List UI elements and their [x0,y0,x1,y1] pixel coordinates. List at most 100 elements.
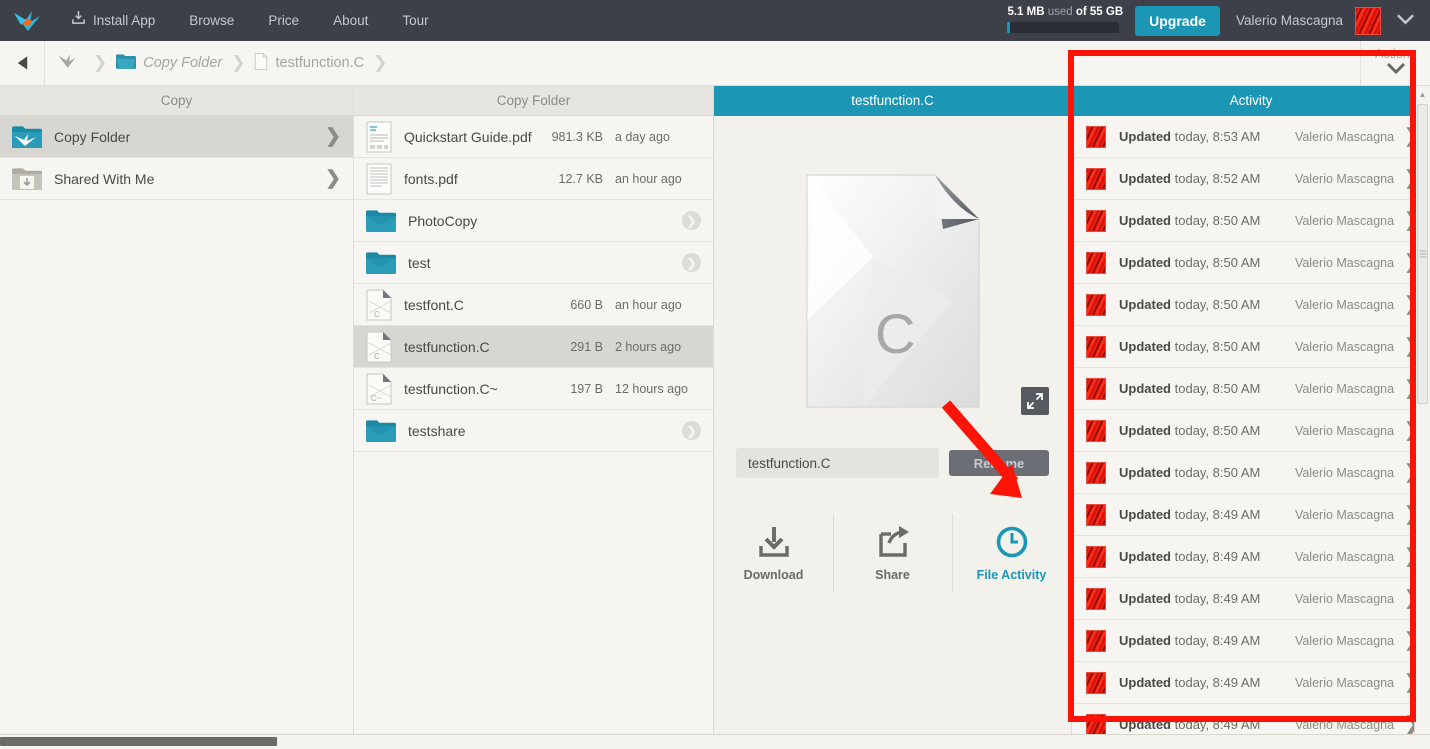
nav-links: Install App Browse Price About Tour [54,0,446,41]
preview-file-letter: C [875,302,915,365]
table-row[interactable]: Quickstart Guide.pdf 981.3 KB a day ago [354,116,713,158]
file-size: 12.7 KB [558,171,603,186]
file-time: an hour ago [615,171,682,186]
quota-progress-bar [1007,22,1120,33]
storage-quota: 5.1 MB used of 55 GB [1007,6,1123,35]
activity-action: Updated [1119,213,1171,228]
file-time: 12 hours ago [615,381,688,396]
activity-user-avatar [1086,251,1106,274]
back-button[interactable] [0,41,45,85]
nav-item-price[interactable]: Price [251,0,316,41]
file-name: testfont.C [404,296,464,313]
activity-timestamp: today, 8:50 AM [1174,381,1261,396]
horizontal-scrollbar-thumb[interactable] [0,737,277,746]
scroll-up-arrow-icon[interactable]: ▲ [1415,86,1430,102]
file-activity-button[interactable]: File Activity [952,508,1071,598]
table-row[interactable]: test ❯ [354,242,713,284]
app-root: Install App Browse Price About Tour 5.1 … [0,0,1430,749]
activity-timestamp: today, 8:49 AM [1174,549,1261,564]
activity-action: Updated [1119,675,1171,690]
activity-user-name: Valerio Mascagna [1294,549,1395,564]
download-button[interactable]: Download [714,508,833,598]
table-row[interactable]: C testfunction.C 291 B 2 hours ago [354,326,713,368]
nav-item-label: Browse [189,13,235,28]
activity-text: Updated today, 8:49 AM [1119,717,1295,732]
activity-timestamp: today, 8:49 AM [1174,591,1261,606]
activity-row[interactable]: Updated today, 8:50 AM Valerio Mascagna ❯ [1072,242,1430,284]
vertical-scrollbar-thumb[interactable] [1417,104,1428,404]
breadcrumb-item-copy-folder[interactable]: Copy Folder [116,53,222,73]
origami-bird-logo[interactable] [0,0,54,41]
activity-text: Updated today, 8:50 AM [1119,213,1295,228]
sidebar-item-shared-with-me[interactable]: Shared With Me ❯ [0,158,353,200]
activity-row[interactable]: Updated today, 8:49 AMValerio Mascagna❯ [1072,494,1430,536]
activity-timestamp: today, 8:49 AM [1174,633,1261,648]
chevron-right-icon: ❯ [325,126,341,147]
nav-item-browse[interactable]: Browse [172,0,251,41]
table-row[interactable]: PhotoCopy ❯ [354,200,713,242]
nav-item-tour[interactable]: Tour [385,0,445,41]
actions-dropdown[interactable]: Actions [1360,41,1430,85]
rename-row: Rename [736,448,1049,478]
activity-user-avatar [1086,125,1106,148]
rename-button[interactable]: Rename [949,450,1049,476]
activity-row[interactable]: Updated today, 8:49 AMValerio Mascagna❯ [1072,536,1430,578]
column-browser: Copy Copy Folder ❯ Shared With Me ❯ Copy… [0,86,1430,749]
activity-row[interactable]: Updated today, 8:50 AM Valerio Mascagna ❯ [1072,200,1430,242]
table-row[interactable]: testshare ❯ [354,410,713,452]
activity-column: Activity Updated today, 8:53 AM Valerio M… [1072,86,1430,749]
share-button[interactable]: Share [833,508,952,598]
sidebar-item-copy-folder[interactable]: Copy Folder ❯ [0,116,353,158]
breadcrumb-item-testfunction[interactable]: testfunction.C [254,52,364,74]
activity-action: Updated [1119,129,1171,144]
activity-text: Updated today, 8:50 AM [1119,465,1295,480]
breadcrumb-item-home[interactable] [57,53,84,73]
table-row[interactable]: C~ testfunction.C~ 197 B 12 hours ago [354,368,713,410]
preview-column: testfunction.C C testfunction.C Rename D… [714,86,1072,749]
activity-user-avatar [1086,167,1106,190]
file-preview-thumbnail: C [803,171,983,416]
vertical-scrollbar[interactable]: ▲ [1414,86,1430,749]
activity-text: Updated today, 8:50 AM [1119,339,1295,354]
nav-item-install-app[interactable]: Install App [54,0,172,41]
breadcrumb-bar: ❯ Copy Folder ❯ testfunction.C ❯ Actions [0,41,1430,86]
activity-row[interactable]: Updated today, 8:50 AM Valerio Mascagna ❯ [1072,284,1430,326]
breadcrumb-separator: ❯ [231,53,246,73]
nav-item-about[interactable]: About [316,0,385,41]
activity-text: Updated today, 8:49 AM [1119,633,1295,648]
breadcrumb-separator: ❯ [93,53,108,73]
upgrade-button[interactable]: Upgrade [1135,5,1220,36]
activity-action: Updated [1119,255,1171,270]
rename-input[interactable] [736,448,939,478]
user-avatar[interactable] [1355,6,1381,35]
activity-row[interactable]: Updated today, 8:49 AMValerio Mascagna❯ [1072,620,1430,662]
activity-row[interactable]: Updated today, 8:50 AM Valerio Mascagna ❯ [1072,326,1430,368]
sidebar-item-label: Copy Folder [54,128,131,145]
activity-row[interactable]: Updated today, 8:49 AMValerio Mascagna❯ [1072,578,1430,620]
activity-row[interactable]: Updated today, 8:50 AM Valerio Mascagna ❯ [1072,452,1430,494]
chevron-down-icon[interactable] [1389,12,1422,30]
activity-row[interactable]: Updated today, 8:52 AM Valerio Mascagna ❯ [1072,158,1430,200]
horizontal-scrollbar[interactable] [0,734,1430,749]
nav-item-label: About [333,13,369,28]
expand-preview-button[interactable] [1021,387,1049,415]
nav-right-group: 5.1 MB used of 55 GB Upgrade Valerio Mas… [1007,5,1430,36]
table-row[interactable]: C testfont.C 660 B an hour ago [354,284,713,326]
breadcrumb-item-label: Copy Folder [143,55,223,71]
table-row[interactable]: fonts.pdf 12.7 KB an hour ago [354,158,713,200]
svg-text:C: C [374,310,380,319]
file-name: fonts.pdf [404,170,458,187]
activity-timestamp: today, 8:50 AM [1174,213,1261,228]
activity-row[interactable]: Updated today, 8:53 AM Valerio Mascagna ❯ [1072,116,1430,158]
action-label: File Activity [976,567,1047,582]
activity-timestamp: today, 8:50 AM [1174,423,1261,438]
activity-row[interactable]: Updated today, 8:50 AM Valerio Mascagna ❯ [1072,410,1430,452]
activity-action: Updated [1119,339,1171,354]
activity-user-name: Valerio Mascagna [1294,171,1395,186]
activity-user-avatar [1086,461,1106,484]
activity-row[interactable]: Updated today, 8:49 AMValerio Mascagna❯ [1072,662,1430,704]
copy-folder-icon [12,125,42,148]
activity-row[interactable]: Updated today, 8:50 AM Valerio Mascagna ❯ [1072,368,1430,410]
file-list-column: Copy Folder Quickstart Guide.pdf 981.3 K… [354,86,714,749]
folder-icon [366,419,396,442]
